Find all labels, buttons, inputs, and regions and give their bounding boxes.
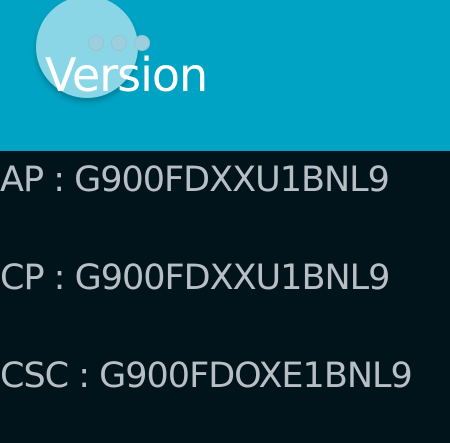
version-value-ap: G900FDXXU1BNL9 bbox=[74, 160, 390, 200]
version-value-cp: G900FDXXU1BNL9 bbox=[74, 258, 391, 298]
version-list: AP : G900FDXXU1BNL9 CP : G900FDXXU1BNL9 … bbox=[0, 151, 450, 443]
separator-text: : bbox=[43, 258, 75, 298]
separator-text: : bbox=[43, 160, 75, 200]
version-label-ap: AP bbox=[0, 160, 44, 200]
header-bar: Version bbox=[0, 0, 450, 151]
version-row-ap: AP : G900FDXXU1BNL9 bbox=[0, 148, 450, 212]
page-title: Version bbox=[45, 48, 208, 102]
version-row-csc: CSC : G900FDOXE1BNL9 bbox=[0, 344, 450, 408]
version-row-cp: CP : G900FDXXU1BNL9 bbox=[0, 246, 450, 310]
version-screen: Version AP : G900FDXXU1BNL9 CP : G900FDX… bbox=[0, 0, 450, 443]
separator-text: : bbox=[68, 356, 100, 396]
version-label-csc: CSC bbox=[0, 356, 69, 396]
version-value-csc: G900FDOXE1BNL9 bbox=[99, 356, 413, 396]
version-label-cp: CP bbox=[0, 258, 45, 298]
